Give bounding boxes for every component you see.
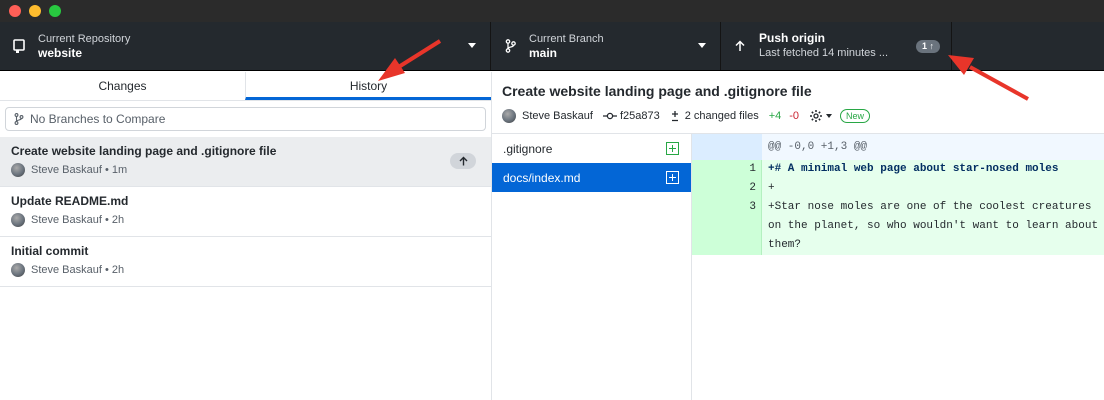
arrow-up-icon <box>733 38 747 54</box>
line-number: 2 <box>749 182 756 194</box>
commit-author: Steve Baskauf <box>31 214 102 226</box>
commit-title: Create website landing page and .gitigno… <box>11 144 277 158</box>
toolbar: Current Repository website Current Branc… <box>0 22 1104 71</box>
diff-line-text: + <box>762 179 1104 198</box>
avatar <box>502 109 516 123</box>
diff-line[interactable]: 3 +Star nose moles are one of the cooles… <box>692 198 1104 255</box>
line-number: 3 <box>749 201 756 213</box>
branch-icon <box>503 38 517 54</box>
diff-view: @@ -0,0 +1,3 @@ 1 +# A minimal web page … <box>692 134 1104 400</box>
new-badge: New <box>840 109 871 123</box>
file-name: .gitignore <box>503 141 553 156</box>
last-fetched-text: Last fetched 14 minutes ... <box>759 47 889 59</box>
diff-hunk-header: @@ -0,0 +1,3 @@ <box>692 134 1104 160</box>
diff-settings-button[interactable] <box>809 109 833 123</box>
avatar <box>11 163 25 177</box>
diff-line[interactable]: 1 +# A minimal web page about star-nosed… <box>692 160 1104 179</box>
unpushed-commit-indicator <box>450 153 476 169</box>
diff-line[interactable]: 2 + <box>692 179 1104 198</box>
branch-icon <box>14 113 24 125</box>
gear-icon <box>810 110 823 122</box>
repository-label: Current Repository <box>38 32 131 45</box>
diff-icon <box>671 111 678 122</box>
tab-changes[interactable]: Changes <box>0 72 245 100</box>
commit-author: Steve Baskauf <box>31 264 102 276</box>
file-added-icon <box>666 142 679 155</box>
branch-label: Current Branch <box>529 32 604 45</box>
current-repository-dropdown[interactable]: Current Repository website <box>0 22 491 70</box>
window-titlebar <box>0 0 1104 22</box>
branch-compare-input[interactable]: No Branches to Compare <box>5 107 486 131</box>
chevron-down-icon <box>468 43 476 48</box>
avatar <box>11 213 25 227</box>
commit-title: Initial commit <box>11 244 89 258</box>
commit-detail-panel: Create website landing page and .gitigno… <box>492 72 1104 400</box>
minimize-window-button[interactable] <box>29 5 41 17</box>
diff-line-text: +# A minimal web page about star-nosed m… <box>762 160 1104 179</box>
commit-summary-header: Create website landing page and .gitigno… <box>492 72 1104 134</box>
close-window-button[interactable] <box>9 5 21 17</box>
commit-list-item[interactable]: Initial commit Steve Baskauf • 2h <box>0 237 491 287</box>
commit-list-item[interactable]: Update README.md Steve Baskauf • 2h <box>0 187 491 237</box>
file-name: docs/index.md <box>503 170 581 185</box>
commit-detail-author: Steve Baskauf <box>522 110 593 122</box>
commit-title: Update README.md <box>11 194 129 208</box>
repository-name: website <box>38 45 83 60</box>
commit-age: 2h <box>111 214 125 226</box>
push-origin-label: Push origin <box>759 31 825 45</box>
commit-sha[interactable]: f25a873 <box>620 110 660 122</box>
chevron-down-icon <box>698 43 706 48</box>
zoom-window-button[interactable] <box>49 5 61 17</box>
commit-age: 1m <box>111 164 128 176</box>
branch-name: main <box>529 45 558 60</box>
commit-detail-title: Create website landing page and .gitigno… <box>502 83 812 99</box>
sidebar: Changes History No Branches to Compare C… <box>0 72 492 400</box>
commits-ahead-badge: 1 ↑ <box>915 40 940 53</box>
tab-history[interactable]: History <box>245 72 491 100</box>
commit-author: Steve Baskauf <box>31 164 102 176</box>
file-list-item[interactable]: .gitignore <box>492 134 691 163</box>
commit-icon <box>602 112 617 120</box>
arrow-up-icon <box>459 156 467 166</box>
avatar <box>11 263 25 277</box>
repo-icon <box>12 38 26 54</box>
changed-files-count: 2 changed files <box>684 110 759 122</box>
changed-files-list: .gitignore docs/index.md <box>492 134 692 400</box>
line-number: 1 <box>749 163 756 175</box>
hunk-header-text: @@ -0,0 +1,3 @@ <box>768 141 868 153</box>
sidebar-tabs: Changes History <box>0 72 491 101</box>
file-added-icon <box>666 171 679 184</box>
chevron-down-icon <box>826 114 833 118</box>
push-origin-button[interactable]: Push origin Last fetched 14 minutes ... … <box>721 22 952 70</box>
commit-list-item[interactable]: Create website landing page and .gitigno… <box>0 137 491 187</box>
deletions-count: -0 <box>789 110 800 122</box>
current-branch-dropdown[interactable]: Current Branch main <box>491 22 721 70</box>
diff-line-text: +Star nose moles are one of the coolest … <box>762 198 1104 255</box>
file-list-item[interactable]: docs/index.md <box>492 163 691 192</box>
additions-count: +4 <box>768 110 782 122</box>
commit-age: 2h <box>111 264 125 276</box>
compare-placeholder: No Branches to Compare <box>30 112 166 126</box>
